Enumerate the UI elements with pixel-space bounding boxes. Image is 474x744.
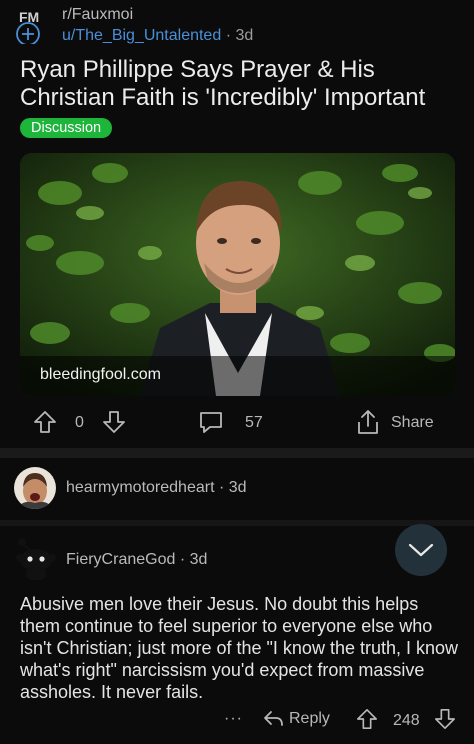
upvote-button[interactable]	[33, 410, 57, 434]
link-preview[interactable]: bleedingfool.com	[20, 153, 455, 396]
comments-button[interactable]	[198, 409, 224, 435]
share-icon	[358, 410, 378, 434]
jump-next-comment-button[interactable]	[395, 524, 447, 576]
post-author[interactable]: u/The_Big_Untalented	[62, 27, 221, 44]
reply-button[interactable]: Reply	[262, 708, 330, 730]
post-title[interactable]: Ryan Phillippe Says Prayer & His Christi…	[20, 56, 460, 112]
more-options-button[interactable]: ···	[224, 710, 243, 728]
meta-dot: ·	[225, 27, 236, 44]
meta-dot: ·	[179, 551, 190, 568]
comment-username[interactable]: hearmymotoredheart	[66, 479, 215, 496]
share-button[interactable]	[354, 408, 382, 436]
upvote-icon	[34, 411, 56, 433]
downvote-button[interactable]	[102, 410, 126, 434]
upvote-icon	[357, 709, 377, 729]
section-divider	[0, 448, 474, 458]
comment-meta: hearmymotoredheart · 3d	[66, 479, 247, 497]
share-label[interactable]: Share	[391, 414, 434, 432]
snoo-avatar[interactable]	[14, 536, 56, 581]
comment-time: 3d	[228, 479, 247, 496]
meta-dot: ·	[218, 479, 229, 496]
vote-count: 0	[75, 414, 84, 431]
avatar[interactable]	[14, 467, 56, 509]
comment-username[interactable]: FieryCraneGod	[66, 551, 175, 568]
comment-upvote-button[interactable]	[356, 708, 378, 730]
snoo-icon	[16, 538, 56, 581]
post-action-bar: 0 57 Share	[0, 402, 474, 442]
downvote-icon	[103, 411, 125, 433]
reply-label: Reply	[289, 710, 330, 727]
comment-body: Abusive men love their Jesus. No doubt t…	[20, 594, 459, 702]
comment-time: 3d	[189, 551, 208, 568]
downvote-icon	[435, 709, 455, 729]
comment-vote-count: 248	[393, 712, 420, 729]
user-avatar-icon	[14, 467, 56, 509]
comment-separator	[0, 520, 474, 526]
post-flair[interactable]: Discussion	[20, 118, 113, 138]
chevron-down-icon	[408, 543, 434, 557]
comment-icon	[200, 412, 222, 433]
link-domain[interactable]: bleedingfool.com	[40, 366, 161, 384]
reply-arrow-icon	[264, 711, 283, 726]
comment-action-bar: ··· Reply 248	[0, 706, 474, 736]
post-meta: u/The_Big_Untalented · 3d	[62, 27, 253, 45]
subreddit-icon[interactable]: FM	[14, 4, 44, 46]
comment-meta: FieryCraneGod · 3d	[66, 551, 207, 569]
subreddit-name[interactable]: r/Fauxmoi	[62, 6, 133, 24]
comment-downvote-button[interactable]	[434, 708, 456, 730]
post-time: 3d	[235, 27, 254, 44]
comment-count: 57	[245, 414, 263, 431]
